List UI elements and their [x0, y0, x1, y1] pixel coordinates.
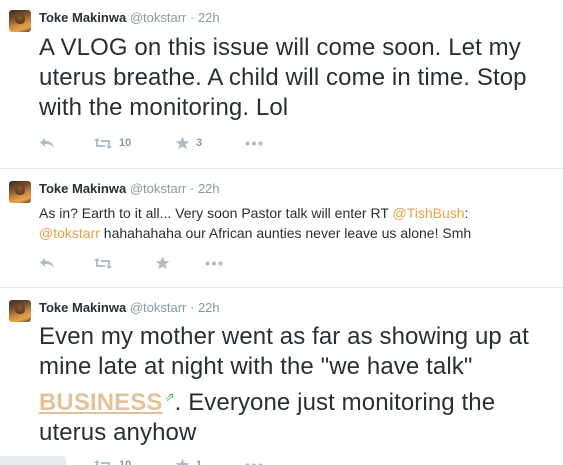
- tweet-text: As in? Earth to it all... Very soon Past…: [39, 203, 554, 243]
- favorite-button[interactable]: 3: [175, 136, 245, 150]
- tweet-actions: 10 1: [39, 455, 263, 465]
- reply-button[interactable]: [39, 137, 93, 149]
- retweet-button[interactable]: [93, 257, 155, 270]
- retweet-count: 10: [119, 459, 132, 465]
- favorite-count: 1: [196, 459, 203, 465]
- timestamp[interactable]: 22h: [198, 10, 220, 25]
- author-name[interactable]: Toke Makinwa: [39, 300, 126, 315]
- favorite-button[interactable]: 1: [175, 458, 245, 465]
- tweet-2[interactable]: Toke Makinwa @tokstarr · 22h As in? Eart…: [0, 169, 563, 287]
- separator: ·: [189, 10, 195, 25]
- retweet-button[interactable]: 10: [93, 137, 175, 150]
- author-handle[interactable]: @tokstarr: [130, 181, 187, 196]
- tweet-1[interactable]: Toke Makinwa @tokstarr · 22h A VLOG on t…: [0, 0, 563, 168]
- more-icon: [245, 141, 263, 145]
- more-icon: [205, 261, 223, 265]
- external-link-icon: ⇗: [164, 390, 175, 404]
- separator: ·: [189, 300, 195, 315]
- scrollbar[interactable]: [0, 456, 66, 465]
- tweet-text: A VLOG on this issue will come soon. Let…: [39, 34, 527, 121]
- more-button[interactable]: [205, 261, 223, 266]
- timestamp[interactable]: 22h: [198, 300, 220, 315]
- favorite-count: 3: [196, 137, 203, 149]
- more-button[interactable]: [245, 141, 263, 146]
- tweet-text-part: Even my mother went as far as showing up…: [39, 323, 529, 380]
- tweet-text-part: As in? Earth to it all... Very soon Past…: [39, 205, 393, 221]
- author-handle[interactable]: @tokstarr: [130, 10, 187, 25]
- tweet-text: Even my mother went as far as showing up…: [39, 322, 559, 448]
- business-link[interactable]: BUSINESS: [39, 389, 163, 416]
- mention-link[interactable]: @tokstarr: [39, 225, 100, 241]
- tweet-3[interactable]: Toke Makinwa @tokstarr · 22h Even my mot…: [0, 288, 563, 465]
- reply-icon: [40, 138, 54, 148]
- avatar[interactable]: [9, 10, 31, 32]
- separator: ·: [189, 181, 195, 196]
- retweet-count: 10: [119, 137, 132, 149]
- timestamp[interactable]: 22h: [198, 181, 220, 196]
- favorite-button[interactable]: [155, 256, 205, 270]
- retweet-icon: [94, 137, 112, 149]
- tweet-header: Toke Makinwa @tokstarr · 22h: [39, 10, 220, 26]
- tweet-header: Toke Makinwa @tokstarr · 22h: [39, 181, 220, 197]
- star-icon: [175, 136, 190, 150]
- retweet-button[interactable]: 10: [93, 459, 175, 465]
- avatar[interactable]: [9, 300, 31, 322]
- author-name[interactable]: Toke Makinwa: [39, 181, 126, 196]
- reply-icon: [40, 258, 54, 268]
- star-icon: [175, 458, 190, 465]
- tweet-header: Toke Makinwa @tokstarr · 22h: [39, 300, 220, 316]
- tweet-text-part: :: [464, 205, 469, 221]
- tweet-actions: 10 3: [39, 133, 263, 153]
- mention-link[interactable]: @TishBush: [393, 205, 465, 221]
- avatar[interactable]: [9, 181, 31, 203]
- retweet-icon: [94, 257, 112, 269]
- star-icon: [155, 256, 170, 270]
- author-name[interactable]: Toke Makinwa: [39, 10, 126, 25]
- retweet-icon: [94, 459, 110, 465]
- tweet-text-part: hahahahaha our African aunties never lea…: [99, 225, 472, 241]
- author-handle[interactable]: @tokstarr: [130, 300, 187, 315]
- reply-button[interactable]: [39, 257, 93, 269]
- tweet-actions: [39, 253, 223, 273]
